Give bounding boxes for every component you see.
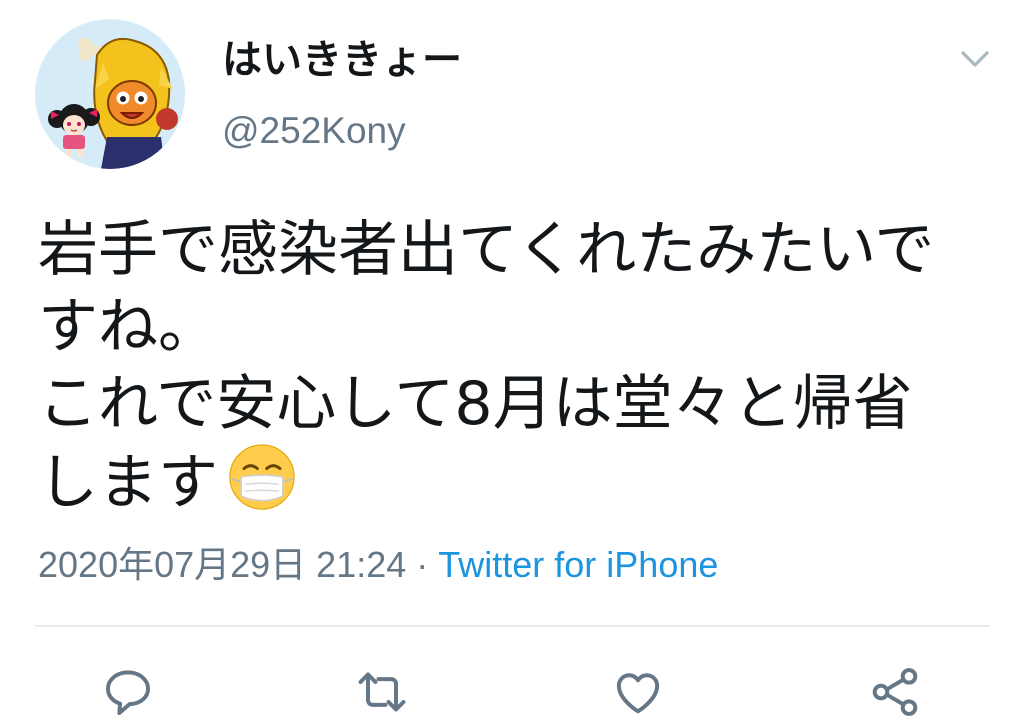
tweet-source-link[interactable]: Twitter for iPhone (438, 544, 718, 585)
chevron-down-icon[interactable] (958, 44, 992, 72)
heart-icon (616, 673, 660, 714)
divider (35, 625, 990, 627)
like-button[interactable] (610, 664, 666, 720)
tweet-text: 岩手で感染者出てくれたみたいで すね。 これで安心して8月は堂々と帰省 します (38, 212, 998, 520)
tweet-view: はいききょー @252Kony 岩手で感染者出てくれたみたいで すね。 これで安… (0, 0, 1024, 728)
tweet-text-line: 岩手で感染者出てくれたみたいで (38, 215, 935, 285)
tweet-timestamp[interactable]: 2020年07月29日 21:24 (38, 544, 406, 585)
user-handle[interactable]: @252Kony (222, 108, 406, 154)
display-name[interactable]: はいききょー (222, 36, 462, 84)
retweet-button[interactable] (354, 664, 410, 720)
meta-separator: · (416, 544, 429, 585)
tweet-text-line: します (38, 448, 218, 518)
share-button[interactable] (867, 664, 923, 720)
avatar[interactable] (35, 19, 185, 169)
share-icon (872, 668, 918, 716)
retweet-icon (358, 672, 406, 712)
mask-face-emoji-icon (228, 443, 296, 511)
tweet-text-last-line: します (38, 443, 998, 520)
tweet-text-line: これで安心して8月は堂々と帰省 (38, 369, 913, 439)
tweet-meta: 2020年07月29日 21:24 · Twitter for iPhone (38, 540, 718, 590)
tweet-text-line: すね。 (38, 292, 218, 362)
reply-icon (105, 670, 151, 715)
reply-button[interactable] (100, 664, 156, 720)
